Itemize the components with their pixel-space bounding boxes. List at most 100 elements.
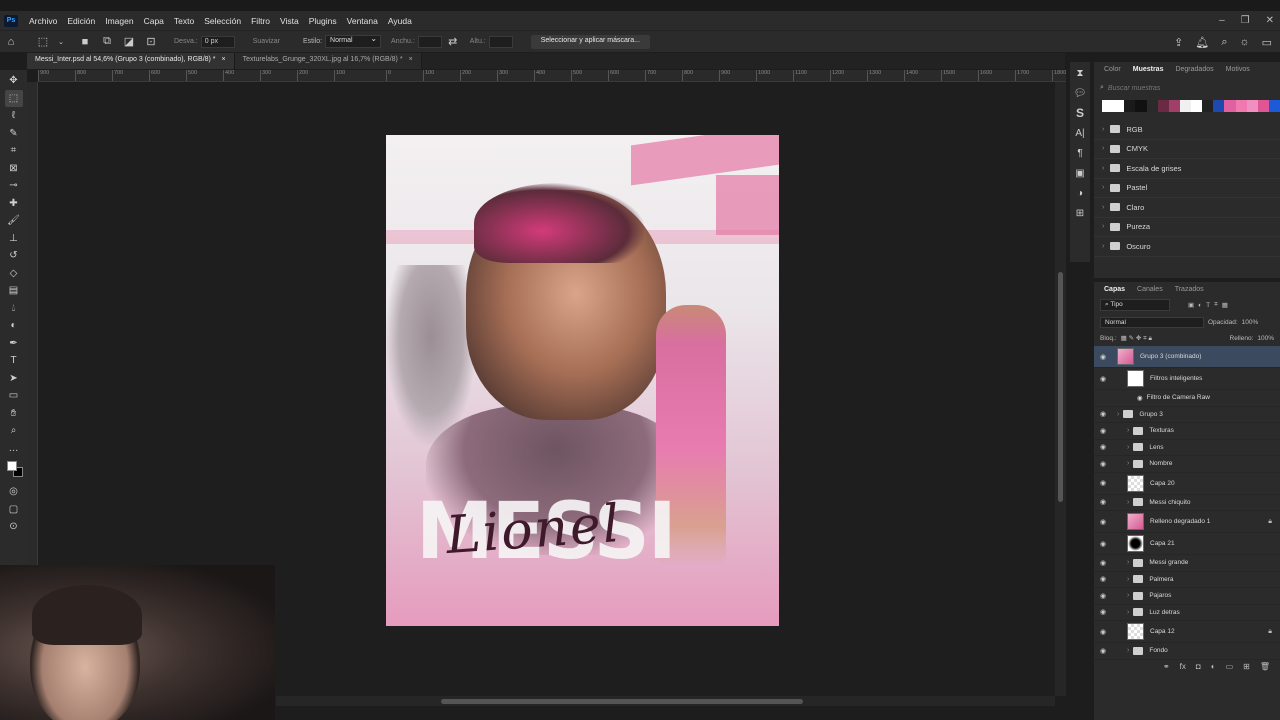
pen-tool-icon[interactable]: ✒ bbox=[5, 335, 23, 353]
search-icon[interactable]: ⌕ bbox=[1221, 36, 1227, 49]
link-icon[interactable]: ⚭ bbox=[1163, 662, 1170, 671]
layer-row[interactable]: ◉ Capa 20 bbox=[1094, 473, 1280, 495]
restore-icon[interactable]: ❐ bbox=[1241, 15, 1250, 26]
layer-row[interactable]: ◉ Capa 12 🔒︎ bbox=[1094, 621, 1280, 643]
swatch-color[interactable] bbox=[1135, 100, 1147, 112]
foreground-color[interactable] bbox=[6, 461, 17, 471]
swatch-color[interactable] bbox=[1157, 100, 1169, 112]
swatch-search-input[interactable]: Buscar muestras bbox=[1108, 85, 1161, 92]
comments-icon[interactable]: 💬︎ bbox=[1073, 86, 1087, 100]
blend-mode-select[interactable]: Normal bbox=[1100, 317, 1204, 328]
swap-icon[interactable]: ⇄ bbox=[446, 35, 460, 49]
visibility-eye-icon[interactable]: ◉ bbox=[1097, 479, 1109, 487]
eraser-tool-icon[interactable]: ◇ bbox=[5, 265, 23, 283]
menu-ayuda[interactable]: Ayuda bbox=[383, 16, 417, 26]
brush-tool-icon[interactable]: 🖌︎ bbox=[5, 212, 23, 230]
menu-seleccion[interactable]: Selección bbox=[199, 16, 246, 26]
properties-icon[interactable]: ⊞ bbox=[1073, 206, 1087, 220]
libraries-icon[interactable]: ▣ bbox=[1073, 166, 1087, 180]
layer-row[interactable]: ◉ › Texturas bbox=[1094, 423, 1280, 440]
style-select[interactable]: Normal bbox=[325, 34, 382, 48]
path-select-icon[interactable]: ➤ bbox=[5, 370, 23, 388]
mask-icon[interactable]: ◘ bbox=[1196, 662, 1201, 671]
close-icon[interactable]: ✕ bbox=[1266, 15, 1274, 26]
new-group-icon[interactable]: ▭ bbox=[1226, 662, 1234, 671]
lock-icon[interactable]: ▦ ✎ ✥ ⌗ 🔒︎ bbox=[1121, 334, 1152, 343]
more-tools-icon[interactable]: … bbox=[5, 440, 23, 458]
close-icon[interactable]: × bbox=[222, 56, 226, 66]
delete-icon[interactable]: 🗑︎ bbox=[1260, 662, 1270, 671]
frame-tool-icon[interactable]: ⊠ bbox=[5, 160, 23, 178]
swatch-color[interactable] bbox=[1113, 100, 1125, 112]
scroll-thumb[interactable] bbox=[441, 699, 803, 704]
swatch-search[interactable]: ⌕ Buscar muestras bbox=[1100, 82, 1274, 94]
swatch-folder[interactable]: › Pastel bbox=[1094, 179, 1280, 198]
tab-channels[interactable]: Canales bbox=[1133, 284, 1167, 295]
chevron-right-icon[interactable]: › bbox=[1127, 444, 1129, 451]
history-brush-icon[interactable]: ↺ bbox=[5, 247, 23, 265]
menu-imagen[interactable]: Imagen bbox=[100, 16, 138, 26]
tab-patterns[interactable]: Motivos bbox=[1222, 64, 1254, 75]
new-layer-icon[interactable]: ⊞ bbox=[1243, 662, 1250, 671]
horizontal-scrollbar[interactable] bbox=[276, 696, 1055, 706]
swatch-folder[interactable]: › Oscuro bbox=[1094, 237, 1280, 257]
tab-gradients[interactable]: Degradados bbox=[1171, 64, 1217, 75]
swatch-color[interactable] bbox=[1179, 100, 1191, 112]
home-icon[interactable]: ⌂ bbox=[4, 35, 18, 49]
visibility-eye-icon[interactable]: ◉ bbox=[1097, 460, 1109, 468]
subtract-selection-icon[interactable]: ◪ bbox=[122, 35, 136, 49]
visibility-eye-icon[interactable]: ◉ bbox=[1097, 592, 1109, 600]
filter-smart-icon[interactable]: ▦ bbox=[1222, 301, 1228, 309]
visibility-eye-icon[interactable]: ◉ bbox=[1097, 647, 1109, 655]
filter-shape-icon[interactable]: ⌗ bbox=[1214, 301, 1218, 309]
layer-row[interactable]: ◉ › Luz detras bbox=[1094, 605, 1280, 621]
adjustments-icon[interactable]: ◑ bbox=[1073, 186, 1087, 200]
intersect-selection-icon[interactable]: ⊡ bbox=[144, 35, 158, 49]
vertical-scrollbar[interactable] bbox=[1055, 82, 1066, 696]
layer-row[interactable]: ◉ Filtros inteligentes bbox=[1094, 368, 1280, 390]
fx-icon[interactable]: fx bbox=[1180, 662, 1186, 671]
chevron-right-icon[interactable]: › bbox=[1127, 559, 1129, 566]
tab-color[interactable]: Color bbox=[1100, 64, 1125, 75]
swatch-color[interactable] bbox=[1124, 100, 1136, 112]
healing-brush-icon[interactable]: ✚ bbox=[5, 195, 23, 213]
character-icon[interactable]: A| bbox=[1073, 126, 1087, 140]
swatch-color[interactable] bbox=[1268, 100, 1280, 112]
swatch-folder[interactable]: › Escala de grises bbox=[1094, 159, 1280, 179]
swatch-folder[interactable]: › RGB bbox=[1094, 120, 1280, 140]
visibility-eye-icon[interactable]: ◉ bbox=[1097, 518, 1109, 526]
crop-tool-icon[interactable]: ⌗ bbox=[5, 142, 23, 160]
minimize-icon[interactable]: – bbox=[1219, 15, 1225, 26]
visibility-eye-icon[interactable]: ◉ bbox=[1097, 498, 1109, 506]
chevron-right-icon[interactable]: › bbox=[1127, 647, 1129, 654]
filter-eye-icon[interactable]: ◉ bbox=[1137, 394, 1143, 402]
swatch-color[interactable] bbox=[1191, 100, 1203, 112]
zoom-tool-icon[interactable]: ⌕ bbox=[5, 422, 23, 440]
color-swatches[interactable] bbox=[5, 461, 23, 479]
rectangle-tool-icon[interactable]: ▭ bbox=[5, 387, 23, 405]
opacity-value[interactable]: 100% bbox=[1242, 319, 1259, 326]
layer-row[interactable]: ◉ › Messi chiquito bbox=[1094, 495, 1280, 511]
chevron-right-icon[interactable]: › bbox=[1127, 499, 1129, 506]
close-icon[interactable]: × bbox=[409, 56, 413, 66]
layer-row[interactable]: ◉ Grupo 3 (combinado) bbox=[1094, 346, 1280, 368]
move-tool-icon[interactable]: ✥ bbox=[5, 72, 23, 90]
layer-row[interactable]: ◉ › Lens bbox=[1094, 440, 1280, 456]
swatch-color[interactable] bbox=[1224, 100, 1236, 112]
menu-edicion[interactable]: Edición bbox=[62, 16, 100, 26]
styles-icon[interactable]: S bbox=[1073, 106, 1087, 120]
menu-ventana[interactable]: Ventana bbox=[342, 16, 383, 26]
quick-select-tool-icon[interactable]: ✎ bbox=[5, 125, 23, 143]
select-and-mask-button[interactable]: Seleccionar y aplicar máscara... bbox=[530, 34, 650, 49]
swatch-folder[interactable]: › Claro bbox=[1094, 198, 1280, 218]
gradient-tool-icon[interactable]: ▤ bbox=[5, 282, 23, 300]
visibility-eye-icon[interactable]: ◉ bbox=[1097, 443, 1109, 451]
visibility-eye-icon[interactable]: ◉ bbox=[1097, 559, 1109, 567]
swatch-color[interactable] bbox=[1246, 100, 1258, 112]
chevron-right-icon[interactable]: › bbox=[1127, 592, 1129, 599]
visibility-eye-icon[interactable]: ◉ bbox=[1097, 375, 1109, 383]
visibility-eye-icon[interactable]: ◉ bbox=[1097, 427, 1109, 435]
tab-layers[interactable]: Capas bbox=[1100, 284, 1129, 295]
swatch-color[interactable] bbox=[1168, 100, 1180, 112]
layer-row[interactable]: ◉ › Nombre bbox=[1094, 456, 1280, 473]
